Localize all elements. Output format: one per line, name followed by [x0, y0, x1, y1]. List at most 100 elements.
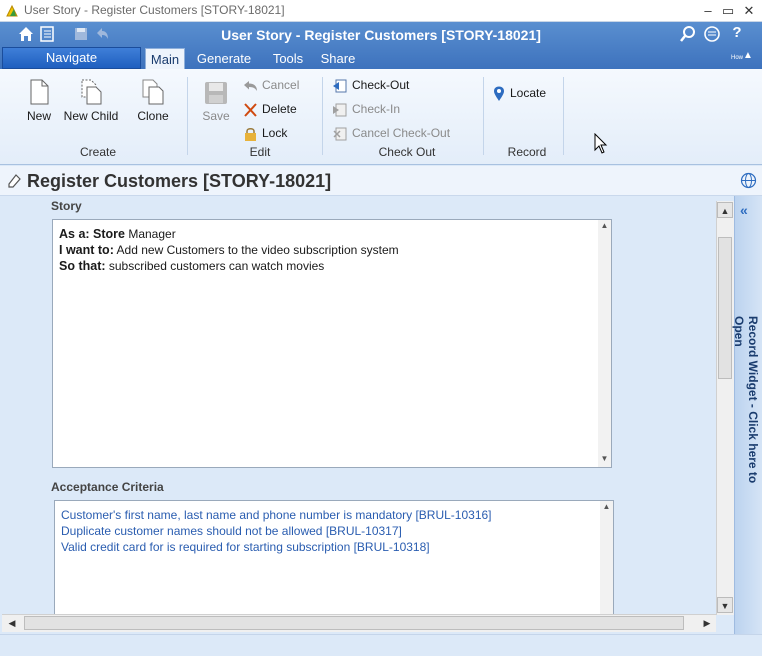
help-icon[interactable]: ? [728, 25, 746, 43]
window-title: User Story - Register Customers [STORY-1… [24, 3, 285, 17]
group-label-edit: Edit [249, 145, 271, 159]
save-icon[interactable] [72, 25, 90, 43]
acceptance-item[interactable]: Customer's first name, last name and pho… [61, 507, 492, 523]
ribbon-separator [563, 77, 564, 155]
check-out-icon [333, 79, 347, 93]
cancel-check-out-label: Cancel Check-Out [352, 126, 451, 140]
scroll-thumb-horizontal[interactable] [24, 616, 684, 630]
tab-generate[interactable]: Generate [193, 48, 255, 69]
acceptance-criteria-label: Acceptance Criteria [51, 480, 164, 494]
delete-label: Delete [262, 102, 297, 116]
status-bar [0, 634, 762, 656]
scroll-down-button[interactable]: ▼ [717, 597, 733, 613]
clone-button[interactable]: Clone [133, 79, 173, 123]
story-so-that-line: So that: subscribed customers can watch … [59, 258, 399, 274]
clone-label: Clone [137, 109, 169, 123]
i-want-key: I want to: [59, 243, 114, 257]
lock-button[interactable]: Lock [243, 124, 287, 142]
cancel-arrow-icon [244, 80, 257, 91]
close-button[interactable]: ✕ [741, 3, 757, 19]
new-button[interactable]: New [22, 79, 56, 123]
scroll-up-icon[interactable]: ▲ [598, 220, 611, 232]
record-form: Story As a: Store Manager I want to: Add… [2, 197, 714, 615]
save-disk-icon [205, 82, 227, 104]
ribbon-separator [187, 77, 188, 155]
story-text: As a: Store Manager I want to: Add new C… [59, 226, 399, 274]
scroll-up-button[interactable]: ▲ [717, 202, 733, 218]
cancel-label: Cancel [262, 78, 300, 92]
scroll-thumb[interactable] [718, 237, 732, 379]
new-child-button[interactable]: New Child [60, 79, 122, 123]
ribbon-separator [483, 77, 484, 155]
acceptance-criteria-box[interactable]: Customer's first name, last name and pho… [54, 500, 614, 615]
new-document-icon [30, 79, 49, 105]
lock-icon [245, 127, 256, 141]
cancel-check-out-button[interactable]: Cancel Check-Out [332, 124, 450, 142]
story-textarea[interactable]: As a: Store Manager I want to: Add new C… [52, 219, 612, 468]
app-header: User Story - Register Customers [STORY-1… [0, 22, 762, 69]
check-in-icon [333, 103, 347, 117]
tab-share[interactable]: Share [318, 48, 358, 69]
navigate-button[interactable]: Navigate [2, 47, 141, 69]
acceptance-scrollbar[interactable]: ▲ [600, 501, 613, 615]
story-i-want-line: I want to: Add new Customers to the vide… [59, 242, 399, 258]
ribbon-separator [322, 77, 323, 155]
group-label-check-out: Check Out [378, 145, 436, 159]
check-in-label: Check-In [352, 102, 401, 116]
home-icon[interactable] [17, 25, 35, 43]
delete-button[interactable]: Delete [243, 100, 297, 118]
lock-label: Lock [262, 126, 288, 140]
new-child-icon [81, 79, 102, 105]
acceptance-list: Customer's first name, last name and pho… [61, 507, 492, 555]
story-scrollbar[interactable]: ▲ ▼ [598, 220, 611, 467]
horizontal-scrollbar[interactable]: ◀ ▶ [2, 614, 716, 632]
new-child-label: New Child [63, 109, 119, 123]
mouse-cursor-icon [594, 133, 608, 154]
as-a-value: Manager [125, 227, 176, 241]
record-widget-label[interactable]: Record Widget - Click here to Open [732, 316, 760, 516]
svg-text:?: ? [732, 25, 741, 41]
acceptance-item[interactable]: Valid credit card for is required for st… [61, 539, 492, 555]
location-pin-icon [494, 86, 504, 101]
undo-icon[interactable] [93, 25, 111, 43]
scroll-down-icon[interactable]: ▼ [598, 453, 611, 465]
minimize-button[interactable]: – [700, 3, 716, 19]
check-out-label: Check-Out [352, 78, 410, 92]
page-heading-bar: Register Customers [STORY-18021] [0, 166, 762, 196]
cancel-check-out-icon [333, 127, 347, 141]
story-field-label: Story [51, 199, 82, 213]
save-ribbon-button[interactable]: Save [200, 81, 232, 123]
as-a-key: As a: Store [59, 227, 125, 241]
story-as-a-line: As a: Store Manager [59, 226, 399, 242]
maximize-button[interactable]: ▭ [720, 3, 736, 19]
tab-main[interactable]: Main [145, 48, 185, 69]
collapse-ribbon-icon[interactable]: ▲ [741, 50, 755, 64]
locate-button[interactable]: Locate [492, 84, 546, 102]
group-label-create: Create [79, 145, 117, 159]
acceptance-item[interactable]: Duplicate customer names should not be a… [61, 523, 492, 539]
scroll-right-button[interactable]: ▶ [699, 615, 715, 631]
document-title: User Story - Register Customers [STORY-1… [221, 27, 541, 43]
globe-icon[interactable] [740, 172, 757, 189]
i-want-value: Add new Customers to the video subscript… [113, 243, 399, 257]
expand-chevron-icon[interactable]: « [740, 202, 748, 218]
window-titlebar: User Story - Register Customers [STORY-1… [0, 0, 762, 22]
delete-x-icon [244, 103, 257, 117]
scroll-left-button[interactable]: ◀ [4, 615, 20, 631]
check-in-button[interactable]: Check-In [332, 100, 400, 118]
app-logo-icon [6, 4, 18, 17]
check-out-button[interactable]: Check-Out [332, 76, 409, 94]
clone-icon [142, 79, 164, 105]
vertical-scrollbar[interactable]: ▲ ▼ [716, 201, 734, 615]
group-label-record: Record [507, 145, 547, 159]
list-view-icon[interactable] [38, 25, 56, 43]
new-label: New [26, 109, 51, 123]
save-label: Save [202, 109, 230, 123]
user-story-icon [8, 174, 21, 188]
scroll-up-icon[interactable]: ▲ [600, 501, 613, 513]
tab-tools[interactable]: Tools [266, 48, 310, 69]
cancel-button[interactable]: Cancel [243, 76, 299, 94]
search-icon[interactable] [679, 25, 697, 43]
page-title: Register Customers [STORY-18021] [27, 171, 332, 191]
messages-icon[interactable] [703, 25, 721, 43]
